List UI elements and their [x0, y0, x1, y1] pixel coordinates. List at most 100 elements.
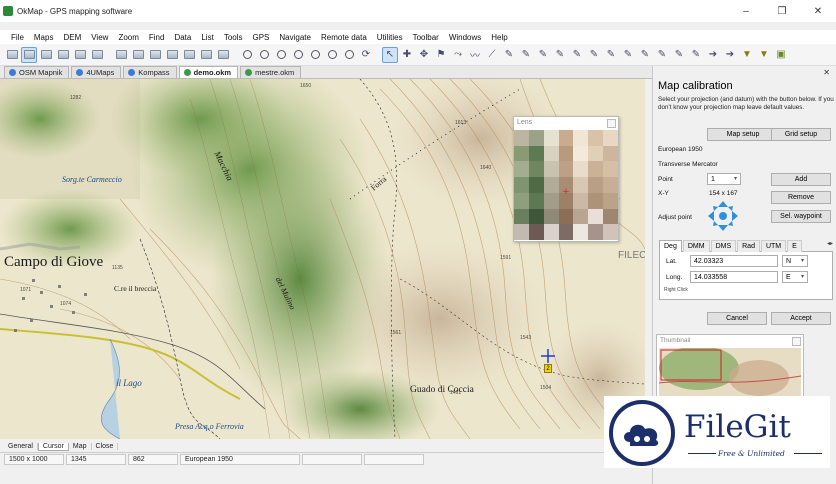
zoom-out-icon[interactable]: [256, 47, 272, 63]
thumbnail-close-button[interactable]: [792, 337, 801, 346]
zoom-fit-icon[interactable]: [273, 47, 289, 63]
copy-area-icon[interactable]: [130, 47, 146, 63]
zoom-100-icon[interactable]: [290, 47, 306, 63]
refresh-icon[interactable]: ⟳: [358, 47, 374, 63]
close-map-icon[interactable]: [55, 47, 71, 63]
map-list-icon[interactable]: [89, 47, 105, 63]
edit-track-icon[interactable]: ✎: [518, 47, 534, 63]
zoom-previous-icon[interactable]: [324, 47, 340, 63]
edit-route-icon[interactable]: ✎: [501, 47, 517, 63]
menu-find[interactable]: Find: [144, 33, 170, 42]
menu-maps[interactable]: Maps: [29, 33, 59, 42]
tab-dms[interactable]: DMS: [710, 240, 737, 252]
maximize-button[interactable]: ❐: [764, 0, 800, 22]
arrow-left-icon[interactable]: ➔: [722, 47, 738, 63]
tab-mestre-okm[interactable]: mestre.okm: [240, 66, 302, 78]
bag-icon[interactable]: ▣: [773, 47, 789, 63]
menu-remote-data[interactable]: Remote data: [316, 33, 372, 42]
panel-close-button[interactable]: ✕: [823, 68, 830, 77]
menu-data[interactable]: Data: [169, 33, 196, 42]
menu-windows[interactable]: Windows: [444, 33, 486, 42]
tab-deg[interactable]: Deg: [659, 240, 682, 252]
pan-tool-icon[interactable]: ✥: [416, 47, 432, 63]
insert-point-icon[interactable]: ✎: [552, 47, 568, 63]
pin-add-icon[interactable]: ▼: [756, 47, 772, 63]
calibration-crosshair-icon[interactable]: [541, 349, 555, 363]
gps-send-icon[interactable]: ✎: [671, 47, 687, 63]
tab-kompass[interactable]: Kompass: [123, 66, 177, 78]
tab-cursor[interactable]: Cursor: [37, 442, 69, 451]
tab-close[interactable]: Close: [92, 443, 119, 450]
map-calibration-icon[interactable]: [21, 46, 37, 63]
menu-navigate[interactable]: Navigate: [274, 33, 316, 42]
tab-utm[interactable]: UTM: [760, 240, 787, 252]
measure-tool-icon[interactable]: ⟋: [484, 47, 500, 63]
paste-area-icon[interactable]: [147, 47, 163, 63]
latitude-direction-select[interactable]: N ▾: [782, 255, 808, 267]
zoom-next-icon[interactable]: [341, 47, 357, 63]
track-tool-icon[interactable]: 〰: [467, 47, 483, 63]
menu-tools[interactable]: Tools: [219, 33, 248, 42]
menu-list[interactable]: List: [196, 33, 218, 42]
latitude-input[interactable]: 42.03323: [690, 255, 778, 267]
tab-4umaps[interactable]: 4UMaps: [71, 66, 122, 78]
point-select[interactable]: 1 ▾: [707, 173, 741, 185]
lens-close-button[interactable]: [607, 119, 616, 128]
select-waypoint-button[interactable]: Sel. waypoint: [771, 210, 831, 223]
tab-osm-mapnik[interactable]: OSM Mapnik: [4, 66, 70, 78]
pin-icon[interactable]: ▼: [739, 47, 755, 63]
crosshair-tool-icon[interactable]: ✚: [399, 47, 415, 63]
menu-gps[interactable]: GPS: [248, 33, 275, 42]
select-area-icon[interactable]: [113, 47, 129, 63]
menu-help[interactable]: Help: [486, 33, 512, 42]
open-map-icon[interactable]: [4, 47, 20, 63]
tab-demo-okm[interactable]: demo.okm: [178, 66, 239, 78]
gps-receive-icon[interactable]: ✎: [654, 47, 670, 63]
print-icon[interactable]: [181, 47, 197, 63]
close-button[interactable]: ✕: [800, 0, 836, 22]
profile-icon[interactable]: ✎: [637, 47, 653, 63]
longitude-input[interactable]: 14.033558: [690, 271, 778, 283]
map-setup-button[interactable]: Map setup: [707, 128, 779, 141]
add-point-button[interactable]: Add: [771, 173, 831, 186]
menu-zoom[interactable]: Zoom: [113, 33, 143, 42]
pointer-tool-icon[interactable]: ↖: [382, 46, 398, 63]
waypoint-tool-icon[interactable]: ⚑: [433, 47, 449, 63]
longitude-direction-select[interactable]: E ▾: [782, 271, 808, 283]
save-map-icon[interactable]: [38, 47, 54, 63]
menu-utilities[interactable]: Utilities: [372, 33, 408, 42]
move-point-icon[interactable]: ✎: [569, 47, 585, 63]
join-icon[interactable]: ✎: [586, 47, 602, 63]
arrow-right-icon[interactable]: ➔: [705, 47, 721, 63]
thumbnail-map-image[interactable]: [659, 348, 801, 397]
menu-toolbar[interactable]: Toolbar: [408, 33, 444, 42]
tab-general[interactable]: General: [4, 443, 38, 450]
menu-view[interactable]: View: [86, 33, 113, 42]
cancel-button[interactable]: Cancel: [707, 312, 767, 325]
minimize-button[interactable]: –: [728, 0, 764, 22]
remove-point-button[interactable]: Remove: [771, 191, 831, 204]
image-icon[interactable]: [215, 47, 231, 63]
split-icon[interactable]: ✎: [603, 47, 619, 63]
zoom-in-icon[interactable]: [239, 47, 255, 63]
menu-file[interactable]: File: [6, 33, 29, 42]
reverse-icon[interactable]: ✎: [620, 47, 636, 63]
tab-more[interactable]: E: [787, 240, 802, 252]
adjust-point-arrows-icon[interactable]: [707, 200, 739, 232]
menu-dem[interactable]: DEM: [58, 33, 86, 42]
tab-scroll-arrows[interactable]: ◂▸: [827, 240, 833, 247]
grid-setup-button[interactable]: Grid setup: [771, 128, 831, 141]
export-area-icon[interactable]: [164, 47, 180, 63]
gps-realtime-icon[interactable]: ✎: [688, 47, 704, 63]
waypoint-marker[interactable]: 2: [544, 364, 552, 373]
delete-point-icon[interactable]: ✎: [535, 47, 551, 63]
tab-rad[interactable]: Rad: [737, 240, 760, 252]
tab-dmm[interactable]: DMM: [682, 240, 710, 252]
route-tool-icon[interactable]: ⤳: [450, 47, 466, 63]
grid-icon[interactable]: [198, 47, 214, 63]
zoom-area-icon[interactable]: [307, 47, 323, 63]
tab-map[interactable]: Map: [69, 443, 92, 450]
accept-button[interactable]: Accept: [771, 312, 831, 325]
map-canvas[interactable]: 1650 1613 1591 1543 1504 1071 1074 1135 1561 1…: [0, 79, 645, 439]
layers-icon[interactable]: [72, 47, 88, 63]
